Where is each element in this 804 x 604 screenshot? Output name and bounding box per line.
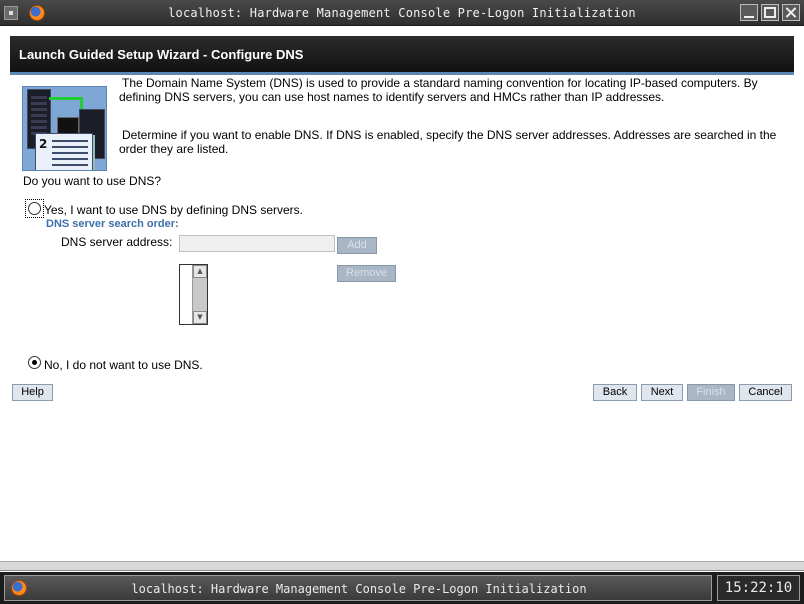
- maximize-button[interactable]: [761, 4, 779, 21]
- dns-address-label: DNS server address:: [61, 235, 173, 249]
- window-titlebar[interactable]: localhost: Hardware Management Console P…: [0, 0, 804, 26]
- back-button[interactable]: Back: [593, 384, 637, 401]
- no-dns-radio[interactable]: [28, 356, 41, 369]
- clock: 15:22:10: [717, 575, 800, 601]
- dns-servers-illustration: 2: [22, 86, 107, 171]
- scroll-down-icon[interactable]: ▼: [193, 311, 207, 324]
- next-button[interactable]: Next: [641, 384, 683, 401]
- use-dns-radio[interactable]: [28, 202, 41, 215]
- cancel-button[interactable]: Cancel: [739, 384, 792, 401]
- window-frame-bottom[interactable]: [0, 561, 804, 571]
- list-scrollbar[interactable]: ▲ ▼: [192, 265, 207, 324]
- intro-paragraph: The Domain Name System (DNS) is used to …: [119, 76, 758, 104]
- dns-question: Do you want to use DNS?: [23, 174, 162, 188]
- remove-button[interactable]: Remove: [337, 265, 396, 282]
- close-button[interactable]: [782, 4, 800, 21]
- taskbar: localhost: Hardware Management Console P…: [0, 572, 804, 604]
- step-number-icon: 2: [39, 137, 48, 151]
- page-title: Launch Guided Setup Wizard - Configure D…: [19, 47, 304, 62]
- wizard-header: Launch Guided Setup Wizard - Configure D…: [10, 36, 794, 72]
- header-divider: [10, 72, 794, 75]
- help-button[interactable]: Help: [12, 384, 53, 401]
- instruction-paragraph: Determine if you want to enable DNS. If …: [119, 128, 777, 156]
- taskbar-window-entry[interactable]: localhost: Hardware Management Console P…: [4, 575, 712, 601]
- dns-server-list[interactable]: ▲ ▼: [179, 264, 208, 325]
- finish-button[interactable]: Finish: [687, 384, 735, 401]
- no-dns-label[interactable]: No, I do not want to use DNS.: [44, 358, 203, 372]
- window-title: localhost: Hardware Management Console P…: [168, 6, 636, 20]
- dns-search-order-title: DNS server search order:: [46, 218, 179, 230]
- minimize-button[interactable]: [740, 4, 758, 21]
- taskbar-window-label: localhost: Hardware Management Console P…: [131, 582, 587, 596]
- add-button[interactable]: Add: [337, 237, 377, 254]
- dns-address-input[interactable]: [179, 235, 335, 252]
- scroll-up-icon[interactable]: ▲: [193, 265, 207, 278]
- use-dns-label[interactable]: Yes, I want to use DNS by defining DNS s…: [44, 203, 303, 217]
